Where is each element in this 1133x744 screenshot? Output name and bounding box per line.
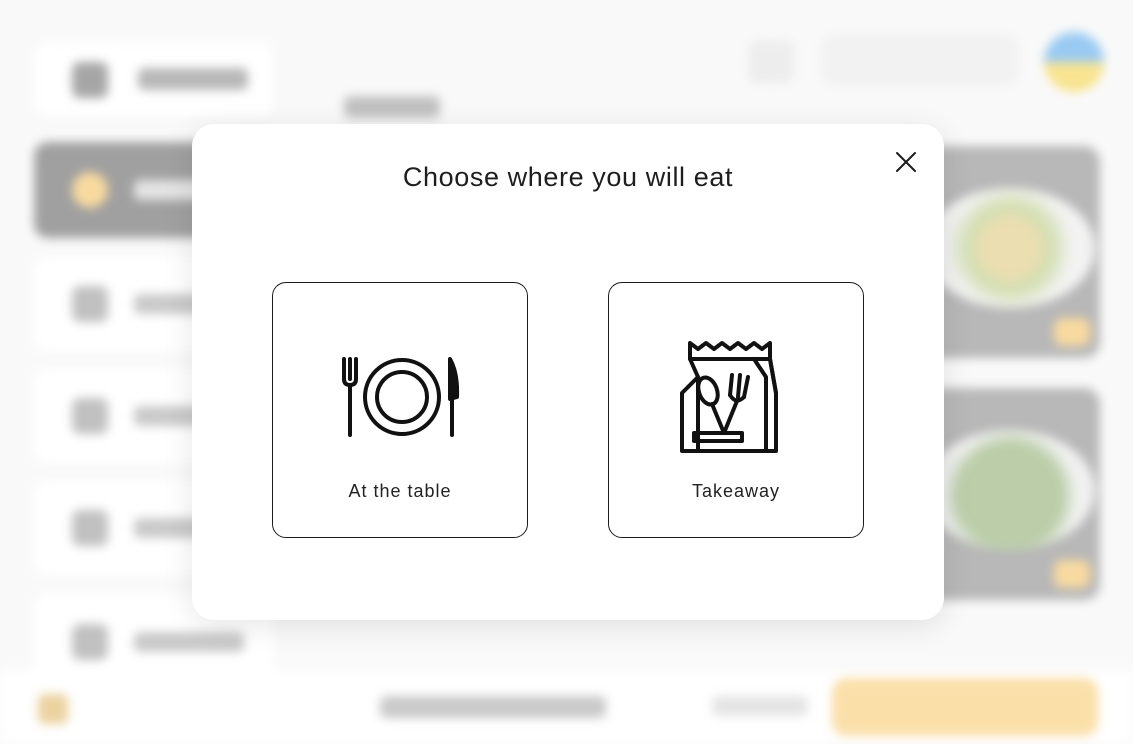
close-icon (896, 152, 916, 172)
at-the-table-option[interactable]: At the table (272, 282, 528, 538)
takeaway-option[interactable]: Takeaway (608, 282, 864, 538)
dialog-title: Choose where you will eat (402, 162, 734, 192)
option-label: Takeaway (691, 481, 781, 501)
close-button[interactable] (886, 142, 926, 182)
takeaway-bag-icon (680, 341, 778, 453)
eat-location-dialog: Choose where you will eat At the table T… (192, 124, 944, 620)
option-label: At the table (348, 481, 452, 501)
plate-cutlery-icon (342, 357, 460, 437)
